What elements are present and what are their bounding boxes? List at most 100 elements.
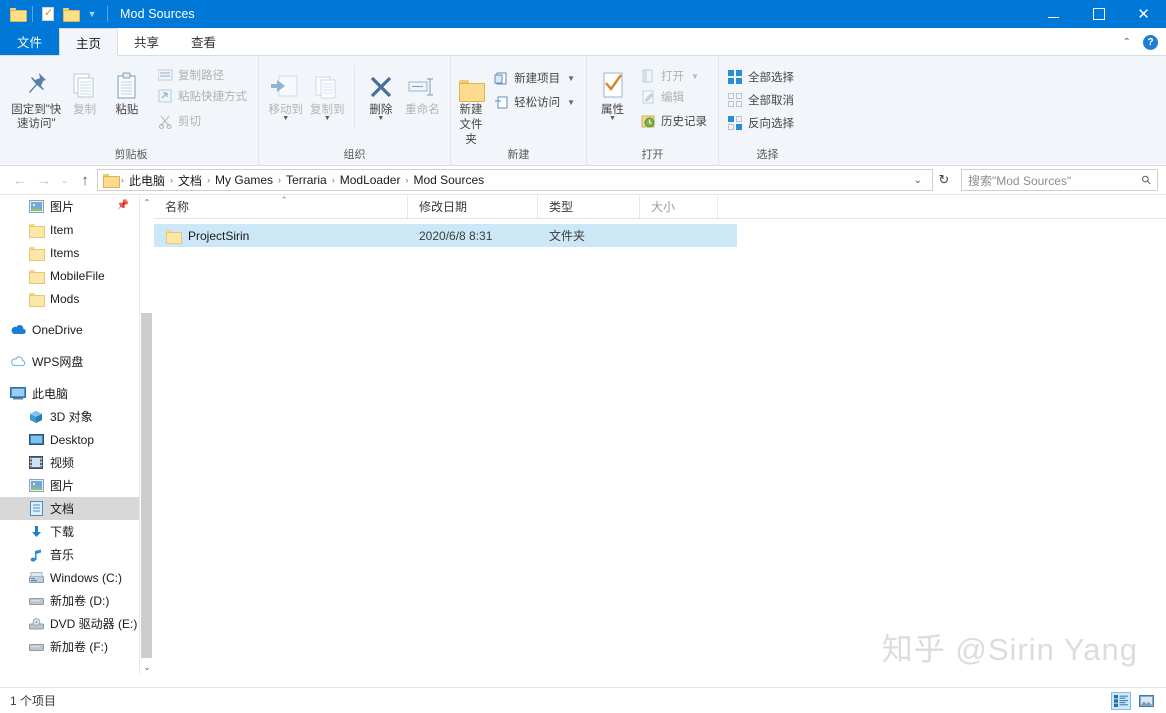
- column-header-name[interactable]: 名称 ⌃: [154, 195, 408, 218]
- easy-access-caret-icon[interactable]: ▼: [567, 98, 575, 107]
- nav-item-videos[interactable]: 视频: [0, 451, 139, 474]
- refresh-button[interactable]: ↻: [933, 172, 955, 188]
- nav-item-wps-cloud[interactable]: WPS网盘: [0, 350, 139, 373]
- copy-button[interactable]: 复制: [65, 62, 105, 117]
- folder-icon: [28, 222, 45, 238]
- nav-item-windows-c[interactable]: Windows (C:): [0, 566, 139, 589]
- watermark: 知乎 @Sirin Yang: [881, 632, 1138, 667]
- breadcrumb-item-5[interactable]: Mod Sources: [409, 173, 488, 187]
- qat-new-folder-icon[interactable]: [59, 0, 81, 28]
- qat-properties-icon[interactable]: [37, 0, 59, 28]
- nav-item-pictures[interactable]: 图片: [0, 474, 139, 497]
- nav-item-dvd-drive-e[interactable]: DVD 驱动器 (E:): [0, 612, 139, 635]
- properties-button[interactable]: 属性 ▼: [593, 62, 632, 122]
- move-to-button[interactable]: 移动到 ▼: [265, 62, 307, 122]
- copy-to-button[interactable]: 复制到 ▼: [307, 62, 349, 122]
- nav-item-mobilefile[interactable]: MobileFile: [0, 264, 139, 287]
- delete-button[interactable]: 删除 ▼: [361, 62, 401, 122]
- breadcrumb-item-0[interactable]: 此电脑: [125, 172, 169, 189]
- nav-item-pictures-quick[interactable]: 图片 📌: [0, 195, 139, 218]
- ribbon-group-new-label: 新建: [507, 149, 530, 161]
- nav-item-volume-d[interactable]: 新加卷 (D:): [0, 589, 139, 612]
- ribbon-group-organize-label: 组织: [343, 149, 366, 161]
- nav-item-3d-objects[interactable]: 3D 对象: [0, 405, 139, 428]
- pin-icon[interactable]: 📌: [117, 200, 129, 211]
- nav-item-music[interactable]: 音乐: [0, 543, 139, 566]
- select-none-button[interactable]: 全部取消: [725, 90, 799, 110]
- nav-item-mods[interactable]: Mods: [0, 287, 139, 310]
- scroll-down-icon[interactable]: ⌄: [140, 660, 154, 674]
- easy-access-button[interactable]: 轻松访问 ▼: [491, 92, 580, 112]
- onedrive-icon: [10, 322, 26, 338]
- file-date-cell: 2020/6/8 8:31: [419, 228, 493, 243]
- nav-item-volume-f[interactable]: 新加卷 (F:): [0, 635, 139, 658]
- maximize-button[interactable]: [1076, 0, 1121, 28]
- move-to-caret-icon[interactable]: ▼: [282, 115, 289, 122]
- column-header-size[interactable]: 大小: [640, 195, 718, 218]
- invert-selection-button[interactable]: 反向选择: [725, 113, 799, 133]
- open-caret-icon[interactable]: ▼: [691, 72, 699, 81]
- search-box[interactable]: 搜索"Mod Sources" ⚲: [961, 169, 1158, 191]
- address-input[interactable]: › 此电脑 › 文档 › My Games › Terraria › ModLo…: [97, 169, 933, 191]
- back-button[interactable]: ←: [8, 168, 32, 192]
- close-button[interactable]: ✕: [1121, 0, 1166, 28]
- nav-item-downloads[interactable]: 下载: [0, 520, 139, 543]
- qat-separator-2: [107, 6, 108, 22]
- recent-locations-button[interactable]: ⌄: [56, 168, 73, 192]
- table-row[interactable]: ProjectSirin 2020/6/8 8:31 文件夹: [154, 224, 737, 247]
- forward-button[interactable]: →: [32, 168, 56, 192]
- copy-to-caret-icon[interactable]: ▼: [324, 115, 331, 122]
- collapse-ribbon-icon[interactable]: ⌃: [1123, 37, 1131, 48]
- search-input[interactable]: 搜索"Mod Sources": [968, 172, 1142, 189]
- scroll-up-icon[interactable]: ⌃: [140, 195, 154, 209]
- history-button[interactable]: 历史记录: [638, 111, 712, 131]
- nav-item-label: 此电脑: [32, 387, 69, 401]
- column-header-date[interactable]: 修改日期: [408, 195, 538, 218]
- up-button[interactable]: ↑: [73, 168, 97, 192]
- folder-icon: [165, 228, 182, 244]
- paste-shortcut-button[interactable]: 粘贴快捷方式: [155, 86, 252, 106]
- pin-to-quick-access-button[interactable]: 固定到"快速访问": [10, 62, 63, 131]
- nav-item-items[interactable]: Items: [0, 241, 139, 264]
- column-header-type[interactable]: 类型: [538, 195, 640, 218]
- open-button[interactable]: 打开 ▼: [638, 66, 712, 86]
- breadcrumb-item-1[interactable]: 文档: [174, 172, 206, 189]
- breadcrumb-item-4[interactable]: ModLoader: [336, 173, 405, 187]
- tab-share[interactable]: 共享: [118, 27, 175, 55]
- qat-folder-icon[interactable]: [6, 0, 28, 28]
- cut-button[interactable]: 剪切: [155, 111, 252, 131]
- new-folder-button[interactable]: 新建文件夹: [457, 62, 486, 148]
- edit-button[interactable]: 编辑: [638, 87, 712, 107]
- breadcrumb-item-3[interactable]: Terraria: [282, 173, 331, 187]
- help-icon[interactable]: ?: [1143, 34, 1158, 50]
- tab-home[interactable]: 主页: [59, 28, 119, 56]
- new-item-button[interactable]: 新建项目 ▼: [491, 68, 580, 88]
- nav-item-onedrive[interactable]: OneDrive: [0, 318, 139, 341]
- scrollbar-thumb[interactable]: [141, 313, 152, 658]
- details-view-button[interactable]: [1111, 691, 1131, 710]
- large-icons-view-button[interactable]: [1136, 692, 1156, 710]
- new-folder-label: 新建文件夹: [459, 104, 483, 146]
- qat-chevron-down-icon[interactable]: ▼: [81, 0, 103, 28]
- address-dropdown-icon[interactable]: ⌄: [910, 175, 928, 186]
- paste-button[interactable]: 粘贴: [107, 62, 147, 117]
- minimize-button[interactable]: [1031, 0, 1076, 28]
- drive-icon: [28, 639, 44, 655]
- select-all-button[interactable]: 全部选择: [725, 67, 799, 87]
- nav-item-item[interactable]: Item: [0, 218, 139, 241]
- file-list-pane: 名称 ⌃ 修改日期 类型 大小 ProjectSirin 2020/6/8 8:…: [154, 195, 1166, 674]
- nav-item-desktop[interactable]: Desktop: [0, 428, 139, 451]
- wps-cloud-icon: [10, 354, 26, 370]
- properties-caret-icon[interactable]: ▼: [609, 115, 616, 122]
- nav-item-this-pc[interactable]: 此电脑: [0, 382, 139, 405]
- tab-file[interactable]: 文件: [0, 27, 60, 55]
- navigation-pane-scrollbar[interactable]: ⌃ ⌄: [140, 195, 154, 674]
- rename-button[interactable]: 重命名: [401, 62, 444, 117]
- tab-view[interactable]: 查看: [175, 27, 232, 55]
- nav-item-documents[interactable]: 文档: [0, 497, 139, 520]
- new-item-caret-icon[interactable]: ▼: [567, 74, 575, 83]
- scrollbar-track[interactable]: ⌃ ⌄: [140, 195, 154, 674]
- copy-path-button[interactable]: 复制路径: [155, 65, 252, 85]
- breadcrumb-item-2[interactable]: My Games: [211, 173, 277, 187]
- delete-caret-icon[interactable]: ▼: [377, 115, 384, 122]
